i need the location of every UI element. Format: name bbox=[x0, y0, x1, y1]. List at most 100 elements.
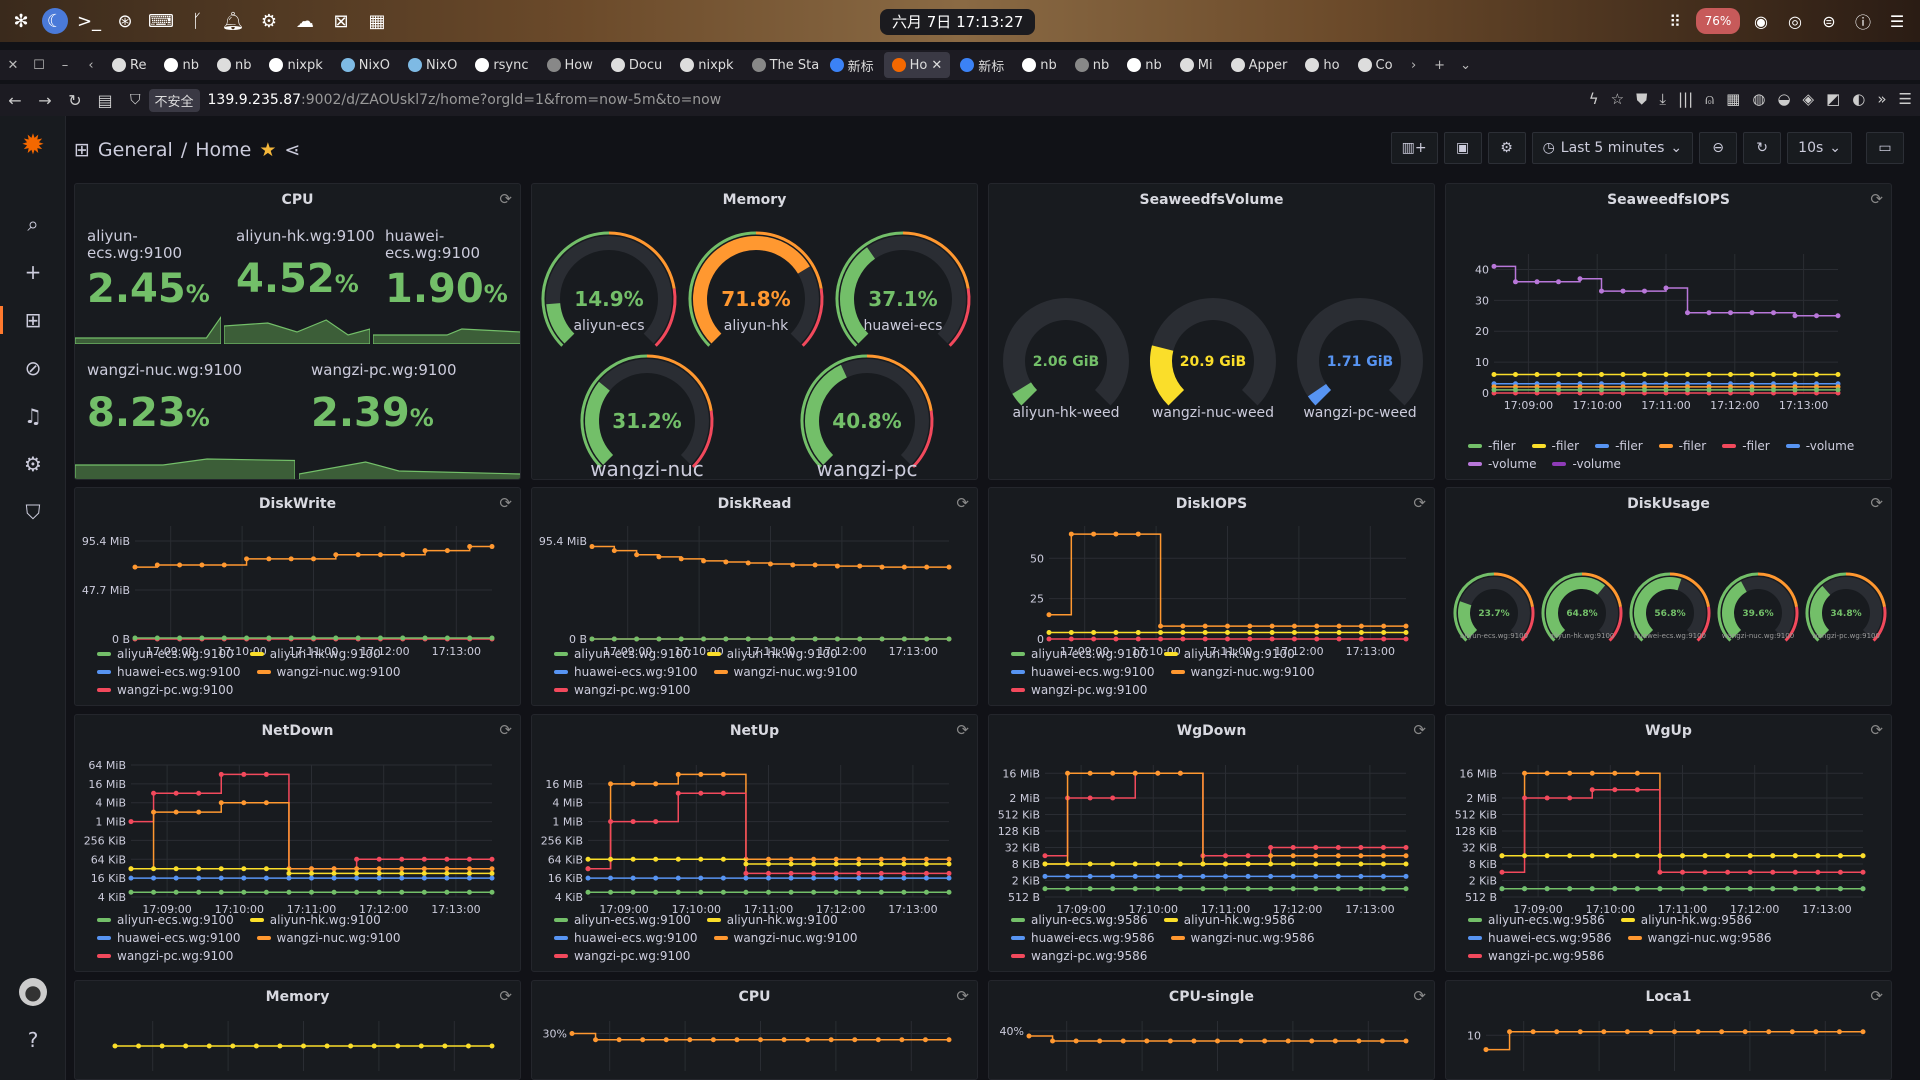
disk-icon[interactable]: ⊜ bbox=[1816, 8, 1842, 34]
server-admin-shield-icon[interactable]: ⛉ bbox=[19, 498, 47, 526]
share-icon[interactable]: ⋖ bbox=[284, 139, 300, 161]
library-icon[interactable]: ||| bbox=[1678, 90, 1693, 108]
time-range-picker[interactable]: ◷ Last 5 minutes ⌄ bbox=[1531, 132, 1694, 164]
gear-icon[interactable]: ⚙ bbox=[254, 8, 284, 34]
apps-grid-icon[interactable]: ⠿ bbox=[1662, 8, 1688, 34]
browser-tab[interactable]: nb bbox=[1119, 52, 1170, 78]
browser-tab[interactable]: nixpk bbox=[261, 52, 330, 78]
extension-icon[interactable]: ◐ bbox=[1852, 90, 1865, 108]
create-plus-icon[interactable]: + bbox=[19, 258, 47, 286]
tv-mode-button[interactable]: ▭ bbox=[1866, 132, 1904, 164]
cloud-icon[interactable]: ☁ bbox=[290, 8, 320, 34]
legend-item[interactable]: aliyun-hk.wg:9100 bbox=[1163, 647, 1295, 661]
overflow-icon[interactable]: » bbox=[1877, 90, 1886, 108]
legend-item[interactable]: aliyun-ecs.wg:9100 bbox=[1011, 647, 1148, 661]
reader-icon[interactable]: ▤ bbox=[90, 91, 120, 110]
legend-item[interactable]: wangzi-pc.wg:9100 bbox=[97, 949, 233, 963]
legend-item[interactable]: huawei-ecs.wg:9100 bbox=[97, 665, 241, 679]
insecure-badge[interactable]: 不安全 bbox=[148, 88, 200, 112]
load1-chart[interactable]: 10 bbox=[1446, 981, 1892, 1080]
browser-tab[interactable]: nb bbox=[209, 52, 260, 78]
terminal-icon[interactable]: >_ bbox=[74, 8, 104, 34]
close-tab-icon[interactable]: ✕ bbox=[931, 58, 942, 73]
moon-icon[interactable]: ☾ bbox=[42, 8, 68, 34]
legend-item[interactable]: wangzi-nuc.wg:9100 bbox=[713, 931, 858, 945]
legend-item[interactable]: -filer bbox=[1531, 439, 1579, 453]
legend-item[interactable]: aliyun-ecs.wg:9100 bbox=[554, 913, 691, 927]
tab-scroll-left-icon[interactable]: ‹ bbox=[78, 58, 104, 73]
tab-list-icon[interactable]: ⌄ bbox=[1453, 58, 1479, 73]
legend-item[interactable]: aliyun-hk.wg:9100 bbox=[706, 913, 838, 927]
legend-item[interactable]: -filer bbox=[1468, 439, 1516, 453]
extension-icon[interactable]: ◈ bbox=[1803, 90, 1815, 108]
legend-item[interactable]: aliyun-ecs.wg:9100 bbox=[554, 647, 691, 661]
legend-item[interactable]: wangzi-nuc.wg:9586 bbox=[1170, 931, 1315, 945]
browser-tab[interactable]: nixpk bbox=[672, 52, 741, 78]
clock[interactable]: 六月 7日 17:13:27 bbox=[880, 9, 1036, 35]
browser-tab[interactable]: nb bbox=[1014, 52, 1065, 78]
temperature-icon[interactable]: ⓘ bbox=[1850, 8, 1876, 34]
user-avatar-icon[interactable]: ● bbox=[19, 978, 47, 1006]
extension-icon[interactable]: ◩ bbox=[1826, 90, 1840, 108]
extension-icon[interactable]: ◒ bbox=[1777, 90, 1790, 108]
window-close-icon[interactable]: ✕ bbox=[0, 58, 26, 73]
browser-tab[interactable]: How bbox=[539, 52, 601, 78]
keyboard-icon[interactable]: ⌨ bbox=[146, 8, 176, 34]
configuration-gear-icon[interactable]: ⚙ bbox=[19, 450, 47, 478]
address-field[interactable]: ⛉ 不安全 139.9.235.87:9002/d/ZAOUskl7z/home… bbox=[130, 88, 721, 112]
browser-tab[interactable]: 新标 bbox=[822, 52, 882, 78]
browser-tab[interactable]: Ho ✕ bbox=[883, 52, 951, 78]
legend-item[interactable]: aliyun-ecs.wg:9100 bbox=[97, 647, 234, 661]
battery-indicator[interactable]: 76% bbox=[1696, 8, 1740, 34]
browser-tab[interactable]: nb bbox=[156, 52, 207, 78]
breadcrumb-folder[interactable]: General bbox=[98, 139, 173, 161]
browser-tab[interactable]: rsync bbox=[467, 52, 536, 78]
account-icon[interactable]: ⍝ bbox=[1705, 90, 1714, 108]
dashboards-icon[interactable]: ⊞ bbox=[0, 306, 47, 334]
browser-tab[interactable]: NixO bbox=[333, 52, 398, 78]
sync-icon[interactable]: ◎ bbox=[1782, 8, 1808, 34]
wifi-icon[interactable]: ◉ bbox=[1748, 8, 1774, 34]
legend-item[interactable]: huawei-ecs.wg:9100 bbox=[554, 931, 698, 945]
browser-tab[interactable]: nb bbox=[1067, 52, 1118, 78]
dashboard-settings-button[interactable]: ⚙ bbox=[1487, 132, 1526, 164]
close-box-icon[interactable]: ⊠ bbox=[326, 8, 356, 34]
hamburger-menu-icon[interactable]: ☰ bbox=[1899, 90, 1912, 108]
back-icon[interactable]: ← bbox=[0, 91, 30, 110]
browser-tab[interactable]: Co bbox=[1350, 52, 1401, 78]
legend-item[interactable]: aliyun-hk.wg:9100 bbox=[249, 913, 381, 927]
legend-item[interactable]: wangzi-pc.wg:9100 bbox=[554, 949, 690, 963]
legend-item[interactable]: aliyun-hk.wg:9100 bbox=[706, 647, 838, 661]
legend-item[interactable]: wangzi-nuc.wg:9100 bbox=[256, 931, 401, 945]
star-icon[interactable]: ★ bbox=[259, 139, 276, 161]
bookmark-star-icon[interactable]: ☆ bbox=[1611, 90, 1624, 108]
browser-tab[interactable]: Apper bbox=[1223, 52, 1296, 78]
legend-item[interactable]: huawei-ecs.wg:9100 bbox=[1011, 665, 1155, 679]
legend-item[interactable]: wangzi-nuc.wg:9100 bbox=[713, 665, 858, 679]
tab-scroll-right-icon[interactable]: › bbox=[1401, 58, 1427, 73]
new-tab-icon[interactable]: + bbox=[1427, 58, 1453, 73]
bolt-icon[interactable]: ϟ bbox=[1589, 90, 1599, 108]
reload-icon[interactable]: ↻ bbox=[60, 91, 90, 110]
legend-item[interactable]: -volume bbox=[1468, 457, 1536, 471]
browser-tab[interactable]: 新标 bbox=[952, 52, 1012, 78]
browser-tab[interactable]: Mi bbox=[1172, 52, 1221, 78]
refresh-interval-picker[interactable]: 10s ⌄ bbox=[1787, 132, 1852, 164]
grafana-logo-icon[interactable]: ✹ bbox=[19, 128, 47, 161]
download-icon[interactable]: ⤓ bbox=[1659, 90, 1666, 108]
legend-item[interactable]: aliyun-hk.wg:9100 bbox=[249, 647, 381, 661]
search-icon[interactable]: ⌕ bbox=[19, 210, 47, 238]
bell-icon[interactable]: 🔔︎ bbox=[218, 8, 248, 34]
grid-icon[interactable]: ▦ bbox=[362, 8, 392, 34]
shield-icon[interactable]: ⛉ bbox=[130, 92, 141, 108]
legend-item[interactable]: wangzi-pc.wg:9100 bbox=[1011, 683, 1147, 697]
legend-item[interactable]: -filer bbox=[1595, 439, 1643, 453]
zoom-out-button[interactable]: ⊖ bbox=[1699, 132, 1738, 164]
help-icon[interactable]: ? bbox=[19, 1026, 47, 1054]
extension-grid-icon[interactable]: ▦ bbox=[1726, 90, 1740, 108]
save-dashboard-button[interactable]: ▣ bbox=[1443, 132, 1482, 164]
legend-item[interactable]: aliyun-hk.wg:9586 bbox=[1620, 913, 1752, 927]
browser-tab[interactable]: The Stan bbox=[744, 52, 820, 78]
browser-tab[interactable]: NixO bbox=[400, 52, 465, 78]
refresh-icon[interactable]: ⟳ bbox=[499, 190, 512, 208]
